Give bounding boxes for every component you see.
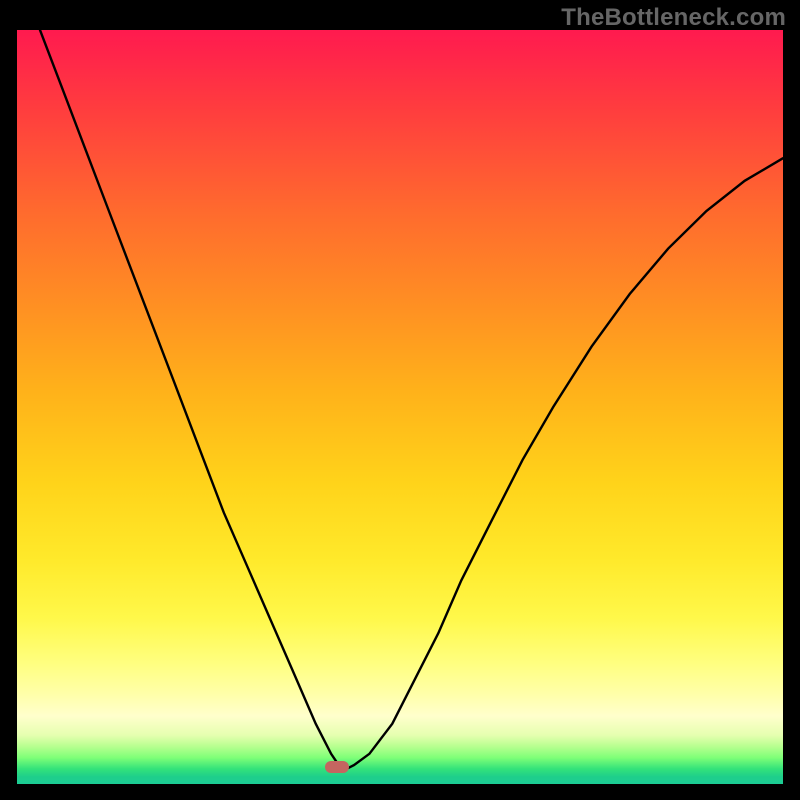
curve-path <box>17 30 783 769</box>
bottleneck-curve <box>17 30 783 784</box>
watermark-label: TheBottleneck.com <box>561 4 786 32</box>
optimum-marker <box>325 761 349 773</box>
app-frame: TheBottleneck.com <box>0 0 800 800</box>
plot-area <box>17 30 783 784</box>
